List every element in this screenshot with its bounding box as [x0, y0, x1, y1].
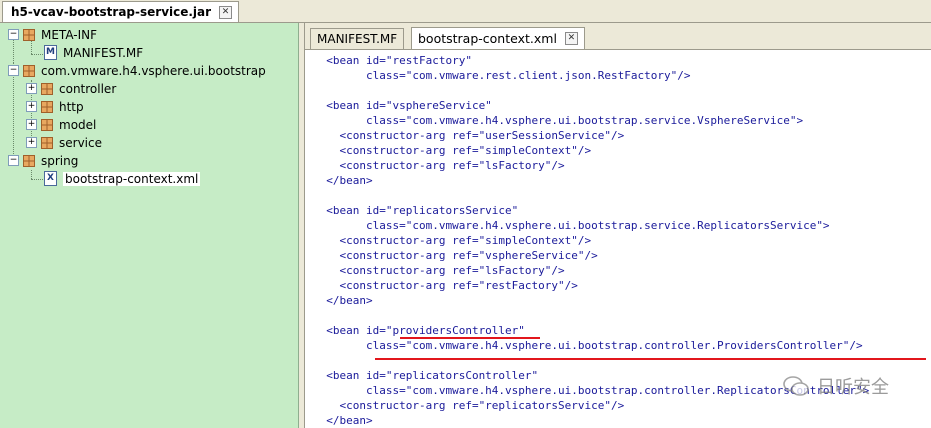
code-line: <bean id="restFactory"	[313, 54, 472, 67]
tree-item-manifest[interactable]: M MANIFEST.MF	[44, 44, 143, 61]
close-tab-icon[interactable]: ✕	[564, 32, 578, 45]
code-line: <bean id="providersController"	[313, 324, 525, 337]
code-line: <constructor-arg ref="vsphereService"/>	[313, 249, 598, 262]
wechat-icon	[783, 376, 809, 396]
code-line: class="com.vmware.rest.client.json.RestF…	[313, 69, 691, 82]
expand-icon[interactable]: +	[26, 101, 37, 112]
code-line: class="com.vmware.h4.vsphere.ui.bootstra…	[313, 219, 830, 232]
code-line: </bean>	[313, 174, 373, 187]
package-icon	[23, 154, 35, 167]
code-line: </bean>	[313, 294, 373, 307]
tree-item-label: controller	[59, 81, 117, 96]
tree-item-bootstrap-package[interactable]: − com.vmware.h4.vsphere.ui.bootstrap	[8, 62, 266, 79]
code-line: </bean>	[313, 414, 373, 427]
tree-item-label: http	[59, 99, 84, 114]
tree-item-spring[interactable]: − spring	[8, 152, 78, 169]
jar-file-tab[interactable]: h5-vcav-bootstrap-service.jar ✕	[2, 1, 240, 22]
expand-icon[interactable]: +	[26, 119, 37, 130]
xml-editor: MANIFEST.MF bootstrap-context.xml ✕ <bea…	[304, 23, 931, 428]
tree-item-meta-inf[interactable]: − META-INF	[8, 26, 97, 43]
tab-label: bootstrap-context.xml	[418, 31, 557, 46]
package-icon	[23, 64, 35, 77]
collapse-icon[interactable]: −	[8, 155, 19, 166]
top-tab-strip: h5-vcav-bootstrap-service.jar ✕	[0, 0, 931, 23]
annotation-underline-id	[400, 337, 540, 339]
tree-item-controller[interactable]: + controller	[26, 80, 116, 97]
code-area[interactable]: <bean id="restFactory" class="com.vmware…	[305, 50, 931, 428]
tree-item-label: bootstrap-context.xml	[63, 171, 201, 186]
tree-item-model[interactable]: + model	[26, 116, 96, 133]
code-line: <constructor-arg ref="replicatorsService…	[313, 399, 625, 412]
jar-tab-label: h5-vcav-bootstrap-service.jar	[11, 5, 212, 19]
xml-file-icon: X	[44, 171, 57, 186]
package-icon	[41, 136, 53, 149]
annotation-underline-class	[375, 358, 926, 360]
tree-item-service[interactable]: + service	[26, 134, 102, 151]
watermark-text: 日听安全	[817, 377, 889, 398]
tab-label: MANIFEST.MF	[317, 32, 398, 46]
code-line: class="com.vmware.h4.vsphere.ui.bootstra…	[313, 114, 804, 127]
manifest-file-icon: M	[44, 45, 57, 60]
close-jar-tab-icon[interactable]: ✕	[219, 5, 233, 19]
tab-manifest[interactable]: MANIFEST.MF	[310, 28, 405, 49]
watermark: 日听安全	[783, 373, 889, 399]
file-tree-panel: − META-INF M MANIFEST.MF − com.vmware.h4…	[0, 23, 299, 428]
editor-tab-strip: MANIFEST.MF bootstrap-context.xml ✕	[305, 23, 931, 50]
code-line: <constructor-arg ref="lsFactory"/>	[313, 159, 565, 172]
tree-item-http[interactable]: + http	[26, 98, 84, 115]
code-line: <constructor-arg ref="lsFactory"/>	[313, 264, 565, 277]
code-line: <constructor-arg ref="simpleContext"/>	[313, 144, 592, 157]
code-line: <constructor-arg ref="userSessionService…	[313, 129, 625, 142]
code-line: <bean id="vsphereService"	[313, 99, 492, 112]
tree-item-label: model	[59, 117, 97, 132]
package-icon	[23, 28, 35, 41]
package-icon	[41, 100, 53, 113]
tree-item-label: service	[59, 135, 102, 150]
expand-icon[interactable]: +	[26, 83, 37, 94]
code-line: <constructor-arg ref="simpleContext"/>	[313, 234, 592, 247]
code-line: class="com.vmware.h4.vsphere.ui.bootstra…	[313, 339, 863, 352]
tree-item-label: MANIFEST.MF	[63, 45, 144, 60]
tree-item-label: META-INF	[41, 27, 98, 42]
code-line: <bean id="replicatorsController"	[313, 369, 539, 382]
tree-item-label: com.vmware.h4.vsphere.ui.bootstrap	[41, 63, 266, 78]
collapse-icon[interactable]: −	[8, 29, 19, 40]
tree-item-bootstrap-context-xml[interactable]: X bootstrap-context.xml	[44, 170, 201, 187]
package-icon	[41, 118, 53, 131]
collapse-icon[interactable]: −	[8, 65, 19, 76]
code-line: <constructor-arg ref="restFactory"/>	[313, 279, 578, 292]
code-line: <bean id="replicatorsService"	[313, 204, 519, 217]
tab-bootstrap-context[interactable]: bootstrap-context.xml ✕	[411, 27, 585, 49]
tree-item-label: spring	[41, 153, 79, 168]
expand-icon[interactable]: +	[26, 137, 37, 148]
package-icon	[41, 82, 53, 95]
